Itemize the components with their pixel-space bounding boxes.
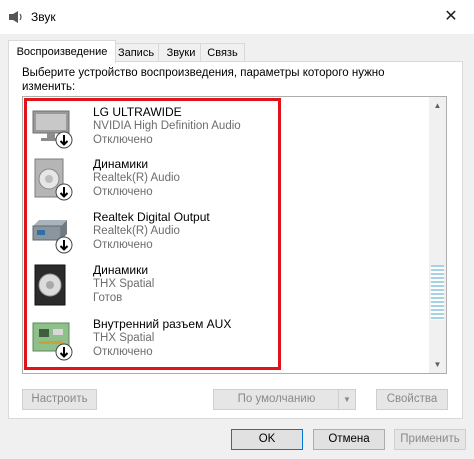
instruction-text: Выберите устройство воспроизведения, пар… — [22, 67, 385, 93]
ok-button[interactable]: OK — [231, 429, 303, 450]
vertical-scrollbar[interactable]: ▲ ▼ — [429, 97, 446, 373]
device-name: LG ULTRAWIDE — [93, 105, 182, 119]
device-item[interactable]: Внутренний разъем AUX THX Spatial Отключ… — [29, 315, 284, 365]
tab-sounds[interactable]: Звуки — [158, 43, 204, 62]
device-item[interactable]: Динамики Realtek(R) Audio Отключено — [29, 155, 284, 205]
set-default-button[interactable]: По умолчанию ▼ — [213, 389, 356, 410]
window-title: Звук — [31, 10, 56, 24]
apply-button[interactable]: Применить — [394, 429, 466, 450]
close-button[interactable]: ✕ — [428, 0, 474, 34]
properties-button[interactable]: Свойства — [376, 389, 448, 410]
device-item[interactable]: Динамики THX Spatial Готов — [29, 261, 284, 311]
device-status: Отключено — [93, 186, 153, 198]
tab-communications[interactable]: Связь — [200, 43, 245, 62]
device-driver: NVIDIA High Definition Audio — [93, 120, 241, 132]
scroll-down-icon[interactable]: ▼ — [429, 356, 446, 373]
device-driver: THX Spatial — [93, 278, 155, 290]
circuit-board-icon — [32, 322, 73, 361]
device-name: Динамики — [93, 157, 149, 171]
speaker-icon — [9, 11, 22, 23]
device-driver: THX Spatial — [93, 332, 155, 344]
monitor-icon — [32, 110, 73, 149]
speaker-icon — [34, 158, 73, 201]
device-driver: Realtek(R) Audio — [93, 172, 180, 184]
device-status: Отключено — [93, 134, 153, 146]
device-name: Внутренний разъем AUX — [93, 317, 232, 331]
device-driver: Realtek(R) Audio — [93, 225, 180, 237]
device-item[interactable]: Realtek Digital Output Realtek(R) Audio … — [29, 208, 284, 258]
device-status: Отключено — [93, 346, 153, 358]
scroll-up-icon[interactable]: ▲ — [429, 97, 446, 114]
speaker-icon — [34, 264, 66, 306]
scroll-thumb[interactable] — [431, 265, 444, 320]
set-default-label: По умолчанию — [237, 393, 316, 405]
digital-output-icon — [32, 220, 73, 254]
device-item[interactable]: LG ULTRAWIDE NVIDIA High Definition Audi… — [29, 103, 284, 153]
chevron-down-icon[interactable]: ▼ — [338, 390, 355, 409]
configure-button[interactable]: Настроить — [22, 389, 97, 410]
tab-playback[interactable]: Воспроизведение — [8, 40, 116, 63]
device-status: Готов — [93, 292, 123, 304]
tab-recording[interactable]: Запись — [111, 43, 161, 62]
device-list[interactable]: LG ULTRAWIDE NVIDIA High Definition Audi… — [22, 96, 447, 374]
cancel-button[interactable]: Отмена — [313, 429, 385, 450]
device-name: Realtek Digital Output — [93, 210, 210, 224]
device-name: Динамики — [93, 263, 149, 277]
title-bar: Звук ✕ — [0, 0, 474, 34]
device-status: Отключено — [93, 239, 153, 251]
